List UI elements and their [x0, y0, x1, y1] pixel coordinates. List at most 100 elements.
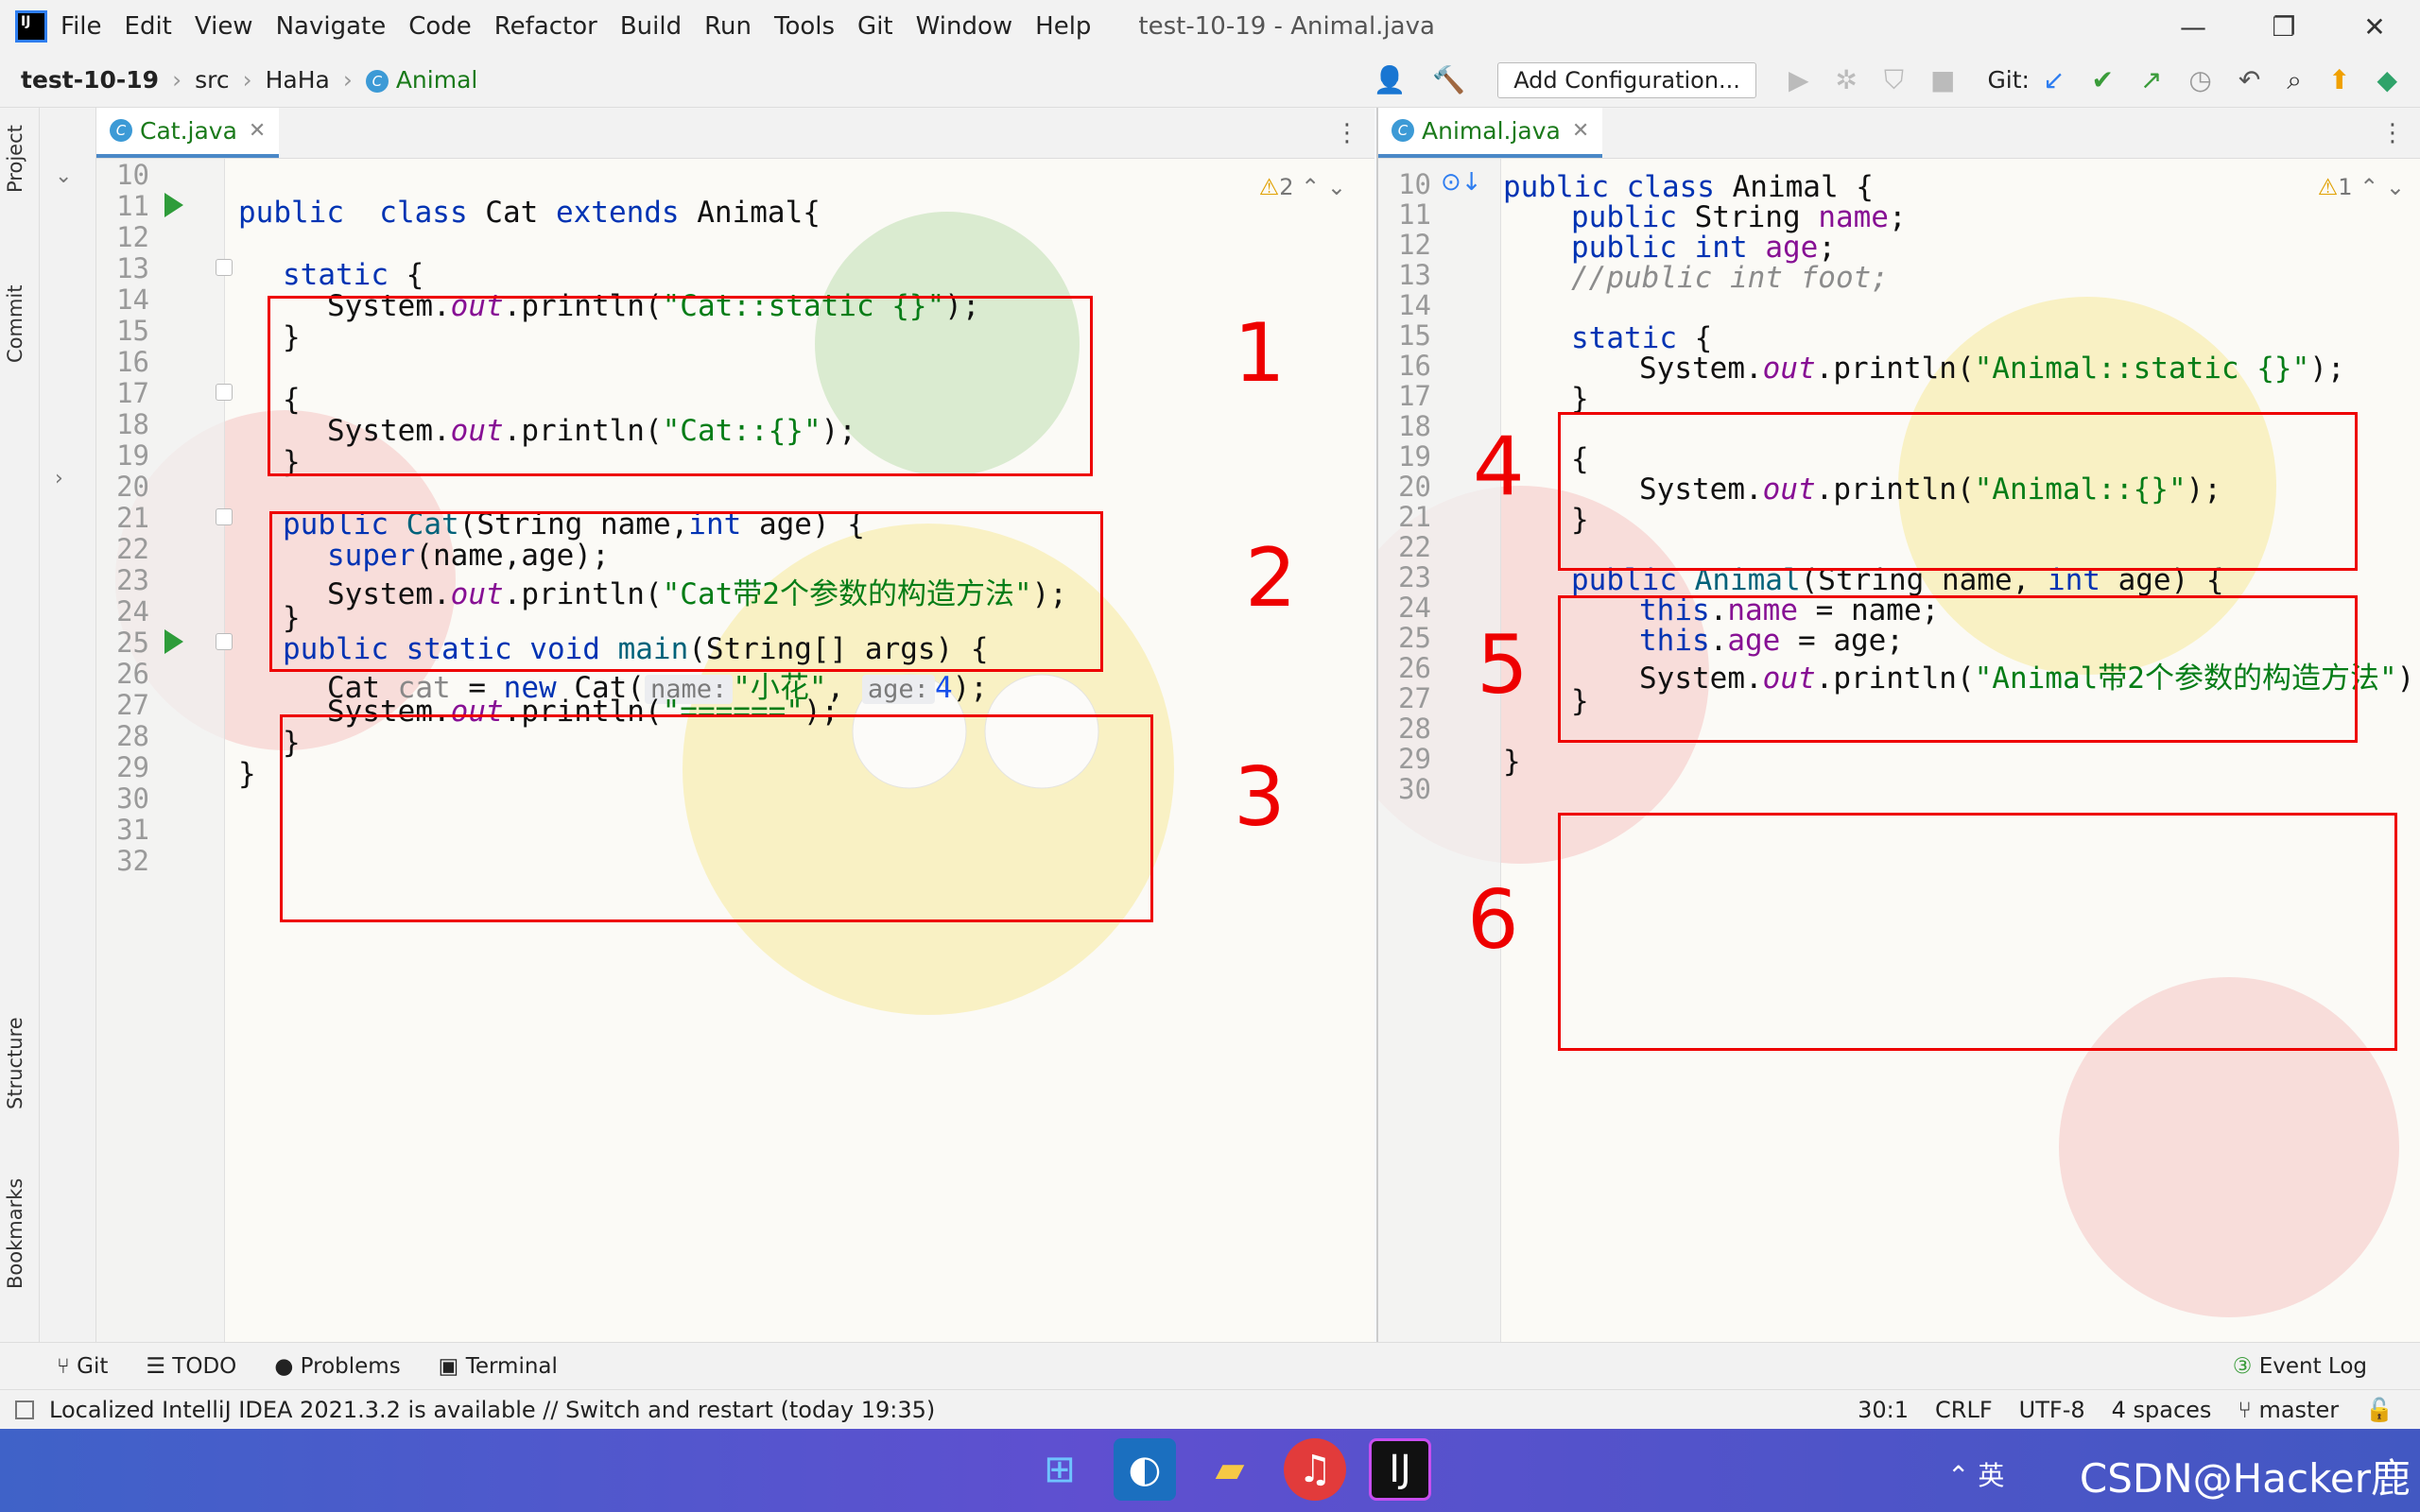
- menu-help[interactable]: Help: [1035, 12, 1091, 41]
- animal-java-editor[interactable]: C Animal.java ✕ ⋮ ⚠1 ⌃ ⌄ 10 11 12 13 14 15…: [1376, 108, 2420, 1342]
- fold-icon[interactable]: [216, 259, 233, 276]
- lock-icon[interactable]: 🔓: [2365, 1397, 2394, 1423]
- line-number: 20: [1398, 471, 1431, 503]
- menu-edit[interactable]: Edit: [125, 12, 172, 41]
- warning-indicator[interactable]: ⚠2 ⌃ ⌄: [1259, 174, 1346, 200]
- implemented-marker-icon[interactable]: ⊙↓: [1441, 168, 1482, 197]
- indent-setting[interactable]: 4 spaces: [2112, 1397, 2212, 1423]
- terminal-tool-label: Terminal: [465, 1353, 558, 1379]
- run-icon[interactable]: ▶: [1789, 64, 1809, 95]
- breadcrumb-package[interactable]: HaHa: [266, 66, 330, 94]
- breadcrumb-class[interactable]: C Animal: [365, 66, 477, 94]
- token: age: [1765, 231, 1819, 265]
- system-tray: ⌃ 英: [1947, 1455, 2004, 1493]
- windows-taskbar: ⊞ ◐ ▰ ♫ IJ ⌃ 英 CSDN@Hacker鹿: [0, 1429, 2420, 1512]
- search-icon[interactable]: ⌕: [2287, 64, 2302, 96]
- menu-code[interactable]: Code: [408, 12, 472, 41]
- project-tool-tab[interactable]: Project: [4, 125, 26, 193]
- menu-view[interactable]: View: [195, 12, 253, 41]
- run-class-icon[interactable]: [164, 193, 183, 217]
- token: Animal {: [1732, 170, 1874, 204]
- terminal-tool-tab[interactable]: ▣ Terminal: [439, 1354, 558, 1379]
- close-tab-icon[interactable]: ✕: [1572, 119, 1589, 143]
- fold-icon[interactable]: [216, 633, 233, 650]
- more-options-icon[interactable]: ⋮: [2380, 119, 2405, 147]
- problems-tool-tab[interactable]: ● Problems: [274, 1354, 400, 1379]
- line-number: 19: [1398, 440, 1431, 472]
- debug-icon[interactable]: ✲: [1835, 64, 1857, 95]
- annotation-box-1: [268, 296, 1093, 476]
- notification-icon: [15, 1400, 34, 1419]
- git-tool-tab[interactable]: ⑂ Git: [57, 1354, 108, 1379]
- user-icon[interactable]: 👤: [1373, 64, 1406, 95]
- git-label: Git:: [1987, 66, 2030, 94]
- git-branch[interactable]: ⑂ master: [2238, 1397, 2339, 1423]
- annotation-box-3: [280, 714, 1153, 922]
- event-log-tool-tab[interactable]: ③ Event Log: [2233, 1354, 2367, 1379]
- intellij-taskbar-icon[interactable]: IJ: [1369, 1438, 1431, 1501]
- tab-cat-java[interactable]: C Cat.java ✕: [96, 108, 280, 158]
- minimize-button[interactable]: —: [2148, 11, 2238, 43]
- file-explorer-icon[interactable]: ▰: [1199, 1438, 1261, 1501]
- rollback-icon[interactable]: ↶: [2238, 64, 2260, 95]
- line-number: 11: [1398, 198, 1431, 231]
- status-message[interactable]: Localized IntelliJ IDEA 2021.3.2 is avai…: [15, 1397, 935, 1423]
- build-hammer-icon[interactable]: 🔨: [1432, 64, 1465, 95]
- token: public: [1571, 200, 1695, 234]
- menu-git[interactable]: Git: [857, 12, 893, 41]
- coverage-icon[interactable]: ⛉: [1884, 64, 1904, 96]
- close-tab-icon[interactable]: ✕: [249, 119, 266, 143]
- chevron-down-icon[interactable]: ⌄: [55, 164, 72, 188]
- title-bar: File Edit View Navigate Code Refactor Bu…: [0, 0, 2420, 53]
- close-button[interactable]: ✕: [2329, 11, 2420, 43]
- fold-icon[interactable]: [216, 384, 233, 401]
- chevron-right-icon[interactable]: ›: [55, 467, 63, 490]
- git-update-icon[interactable]: ↙: [2043, 64, 2065, 95]
- menu-run[interactable]: Run: [704, 12, 752, 41]
- token: extends: [555, 196, 698, 230]
- menu-file[interactable]: File: [60, 12, 102, 41]
- line-number: 23: [116, 564, 149, 596]
- jetbrains-icon[interactable]: ◆: [2377, 64, 2397, 95]
- line-number: 13: [116, 252, 149, 284]
- tab-animal-java[interactable]: C Animal.java ✕: [1378, 108, 1603, 158]
- cat-java-editor[interactable]: C Cat.java ✕ ⋮ ⚠2 ⌃ ⌄ 10 11 12 13 14 15 16…: [96, 108, 1374, 1342]
- csdn-watermark: CSDN@Hacker鹿: [2079, 1455, 2411, 1502]
- breadcrumb-project[interactable]: test-10-19: [21, 66, 159, 94]
- event-log-icon: ③: [2232, 1353, 2253, 1379]
- edge-browser-icon[interactable]: ◐: [1114, 1438, 1176, 1501]
- git-commit-icon[interactable]: ✔: [2091, 64, 2113, 95]
- breadcrumb-src[interactable]: src: [195, 66, 230, 94]
- structure-tool-tab[interactable]: Structure: [4, 1017, 26, 1109]
- bookmarks-tool-tab[interactable]: Bookmarks: [4, 1178, 26, 1289]
- menu-build[interactable]: Build: [620, 12, 682, 41]
- warning-icon: ⚠: [1258, 174, 1280, 200]
- run-main-icon[interactable]: [164, 629, 183, 654]
- stop-icon[interactable]: ■: [1930, 64, 1955, 95]
- class-icon: C: [365, 70, 389, 93]
- todo-tool-tab[interactable]: ☰ TODO: [146, 1354, 236, 1379]
- menu-tools[interactable]: Tools: [774, 12, 835, 41]
- chevron-up-icon[interactable]: ⌃: [1947, 1460, 1969, 1491]
- editor-tabs: C Cat.java ✕ ⋮: [96, 108, 1374, 159]
- git-push-icon[interactable]: ↗: [2140, 64, 2162, 95]
- more-options-icon[interactable]: ⋮: [1335, 119, 1359, 147]
- fold-icon[interactable]: [216, 508, 233, 525]
- add-configuration-button[interactable]: Add Configuration...: [1497, 61, 1756, 98]
- ime-indicator[interactable]: 英: [1978, 1460, 2004, 1491]
- commit-tool-tab[interactable]: Commit: [4, 285, 26, 364]
- comment: //public int foot;: [1571, 261, 1889, 295]
- menu-window[interactable]: Window: [916, 12, 1013, 41]
- start-windows-icon[interactable]: ⊞: [1028, 1438, 1091, 1501]
- git-tool-label: Git: [77, 1353, 109, 1379]
- warning-indicator[interactable]: ⚠1 ⌃ ⌄: [2318, 174, 2405, 200]
- file-encoding[interactable]: UTF-8: [2019, 1397, 2085, 1423]
- line-separator[interactable]: CRLF: [1935, 1397, 1993, 1423]
- caret-position[interactable]: 30:1: [1858, 1397, 1909, 1423]
- update-icon[interactable]: ⬆: [2328, 64, 2350, 95]
- git-history-icon[interactable]: ◷: [2188, 64, 2211, 95]
- menu-refactor[interactable]: Refactor: [494, 12, 597, 41]
- menu-navigate[interactable]: Navigate: [276, 12, 387, 41]
- netease-music-icon[interactable]: ♫: [1284, 1438, 1346, 1501]
- restore-button[interactable]: ❐: [2238, 11, 2329, 43]
